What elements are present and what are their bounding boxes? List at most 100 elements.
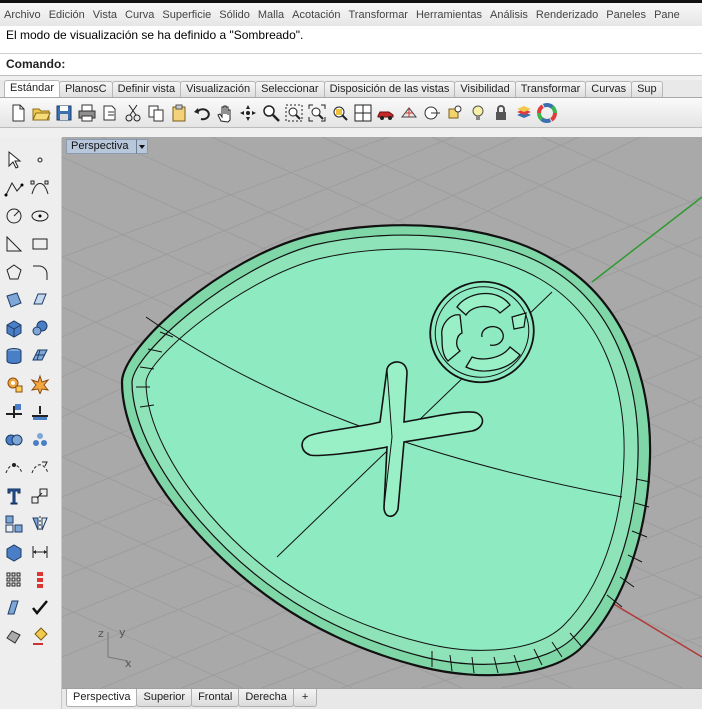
analyze-icon[interactable] — [2, 596, 26, 620]
mesh-icon[interactable] — [397, 101, 420, 125]
add-viewport-plus-icon[interactable]: + — [292, 689, 318, 707]
import-icon[interactable] — [98, 101, 121, 125]
tab-seleccionar[interactable]: Seleccionar — [255, 81, 325, 97]
undo-icon[interactable] — [190, 101, 213, 125]
viewtab-perspectiva[interactable]: Perspectiva — [66, 689, 138, 707]
menu-archivo[interactable]: Archivo — [0, 4, 45, 26]
tab-disposicion-vistas[interactable]: Disposición de las vistas — [323, 81, 456, 97]
cplane-icon[interactable] — [420, 101, 443, 125]
boolean-union-icon[interactable] — [2, 428, 26, 452]
menu-acotacion[interactable]: Acotación — [288, 4, 344, 26]
tab-sup-overflow[interactable]: Sup — [631, 81, 663, 97]
lock-icon[interactable] — [489, 101, 512, 125]
trim-icon[interactable] — [2, 400, 26, 424]
main-left-toolbar — [0, 138, 62, 709]
grid-snap-icon[interactable] — [2, 568, 26, 592]
paste-icon[interactable] — [167, 101, 190, 125]
tab-visibilidad[interactable]: Visibilidad — [454, 81, 516, 97]
axis-label-x: x — [125, 657, 132, 670]
gear-puzzle-icon[interactable] — [2, 372, 26, 396]
open-folder-icon[interactable] — [29, 101, 52, 125]
point-icon[interactable] — [28, 148, 52, 172]
layers-icon[interactable] — [512, 101, 535, 125]
circle-icon[interactable] — [2, 204, 26, 228]
cut-icon[interactable] — [121, 101, 144, 125]
menu-herramientas[interactable]: Herramientas — [412, 4, 486, 26]
viewport-menu-chevron-down-icon[interactable] — [136, 139, 148, 154]
command-history: El modo de visualización se ha definido … — [0, 26, 702, 54]
viewtab-frontal[interactable]: Frontal — [191, 689, 240, 707]
box-solid-icon[interactable] — [2, 316, 26, 340]
toolbar-tabs: Estándar PlanosC Definir vista Visualiza… — [0, 80, 702, 98]
tab-visualizacion[interactable]: Visualización — [180, 81, 257, 97]
new-file-icon[interactable] — [6, 101, 29, 125]
split-icon[interactable] — [28, 400, 52, 424]
menu-renderizado[interactable]: Renderizado — [532, 4, 602, 26]
curve-cv-icon[interactable] — [28, 176, 52, 200]
color-wheel-icon[interactable] — [535, 101, 558, 125]
curve-from-object-icon[interactable] — [28, 456, 52, 480]
save-icon[interactable] — [52, 101, 75, 125]
tab-estandar[interactable]: Estándar — [4, 80, 61, 97]
array-icon[interactable] — [2, 512, 26, 536]
ellipse-icon[interactable] — [28, 204, 52, 228]
osnap-icon[interactable] — [443, 101, 466, 125]
copy-icon[interactable] — [144, 101, 167, 125]
menu-curva[interactable]: Curva — [121, 4, 158, 26]
car-render-icon[interactable] — [374, 101, 397, 125]
cylinder-solid-icon[interactable] — [2, 344, 26, 368]
pan-hand-icon[interactable] — [213, 101, 236, 125]
menu-malla[interactable]: Malla — [254, 4, 288, 26]
extrude-surface-icon[interactable] — [28, 288, 52, 312]
rotate-view-icon[interactable] — [236, 101, 259, 125]
menu-vista[interactable]: Vista — [89, 4, 121, 26]
render-shade-icon[interactable] — [2, 624, 26, 648]
tab-planosc[interactable]: PlanosC — [59, 81, 113, 97]
command-prompt-label: Comando: — [6, 57, 66, 71]
menu-paneles[interactable]: Paneles — [602, 4, 650, 26]
menu-transformar[interactable]: Transformar — [344, 4, 412, 26]
command-line[interactable]: Comando: — [0, 54, 702, 76]
viewtab-superior[interactable]: Superior — [136, 689, 193, 707]
polygon-icon[interactable] — [2, 260, 26, 284]
y-axis-line — [591, 196, 702, 283]
text-icon[interactable] — [2, 484, 26, 508]
paint-bucket-icon[interactable] — [28, 624, 52, 648]
sphere-solid-icon[interactable] — [28, 316, 52, 340]
bulb-icon[interactable] — [466, 101, 489, 125]
mesh-surface-icon[interactable] — [28, 344, 52, 368]
menu-superficie[interactable]: Superficie — [158, 4, 215, 26]
four-viewports-icon[interactable] — [351, 101, 374, 125]
red-array-icon[interactable] — [28, 568, 52, 592]
perspective-viewport[interactable]: z y x Perspectiva — [62, 137, 702, 688]
mirror-icon[interactable] — [28, 512, 52, 536]
menu-solido[interactable]: Sólido — [215, 4, 254, 26]
boolean-split-icon[interactable] — [28, 428, 52, 452]
point-on-curve-icon[interactable] — [2, 456, 26, 480]
check-icon[interactable] — [28, 596, 52, 620]
menu-pane-overflow[interactable]: Pane — [650, 4, 684, 26]
zoom-extents-icon[interactable] — [305, 101, 328, 125]
scale-icon[interactable] — [28, 484, 52, 508]
zoom-icon[interactable] — [259, 101, 282, 125]
dimension-icon[interactable] — [28, 540, 52, 564]
polyline-icon[interactable] — [2, 176, 26, 200]
fillet-curve-icon[interactable] — [28, 260, 52, 284]
rectangle-icon[interactable] — [28, 232, 52, 256]
arc-icon[interactable] — [2, 232, 26, 256]
select-arrow-icon[interactable] — [2, 148, 26, 172]
print-icon[interactable] — [75, 101, 98, 125]
rhino-window: Archivo Edición Vista Curva Superficie S… — [0, 0, 702, 709]
surface-corner-icon[interactable] — [2, 288, 26, 312]
tab-transformar[interactable]: Transformar — [514, 81, 587, 97]
zoom-window-icon[interactable] — [282, 101, 305, 125]
tab-definir-vista[interactable]: Definir vista — [111, 81, 182, 97]
viewtab-derecha[interactable]: Derecha — [238, 689, 294, 707]
menu-analisis[interactable]: Análisis — [486, 4, 532, 26]
menu-edicion[interactable]: Edición — [45, 4, 89, 26]
zoom-selected-icon[interactable] — [328, 101, 351, 125]
viewport-title[interactable]: Perspectiva — [66, 139, 146, 154]
dimension-box-icon[interactable] — [2, 540, 26, 564]
tab-curvas[interactable]: Curvas — [585, 81, 633, 97]
explode-icon[interactable] — [28, 372, 52, 396]
